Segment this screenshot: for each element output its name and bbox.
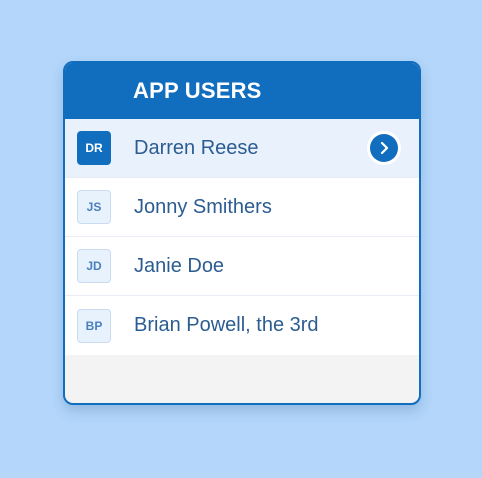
user-list: DR Darren Reese JS Jonny Smithers JD Jan… <box>65 119 419 355</box>
user-row-jonny-smithers[interactable]: JS Jonny Smithers <box>65 178 419 237</box>
open-user-button[interactable] <box>367 131 401 165</box>
user-row-brian-powell[interactable]: BP Brian Powell, the 3rd <box>65 296 419 355</box>
card-header: APP USERS <box>65 63 419 119</box>
avatar: JS <box>77 190 111 224</box>
user-name: Jonny Smithers <box>134 195 272 218</box>
user-name: Brian Powell, the 3rd <box>134 314 319 336</box>
avatar: DR <box>77 131 111 165</box>
user-row-darren-reese[interactable]: DR Darren Reese <box>65 119 419 178</box>
page-background: APP USERS DR Darren Reese JS Jonny Smith… <box>0 0 482 478</box>
user-name: Darren Reese <box>134 136 259 159</box>
user-name: Janie Doe <box>134 254 225 277</box>
avatar: BP <box>77 308 111 343</box>
chevron-right-icon <box>370 134 398 162</box>
users-card: APP USERS DR Darren Reese JS Jonny Smith… <box>63 61 421 405</box>
card-title: APP USERS <box>133 78 262 103</box>
avatar: JD <box>77 249 111 283</box>
user-row-janie-doe[interactable]: JD Janie Doe <box>65 237 419 296</box>
